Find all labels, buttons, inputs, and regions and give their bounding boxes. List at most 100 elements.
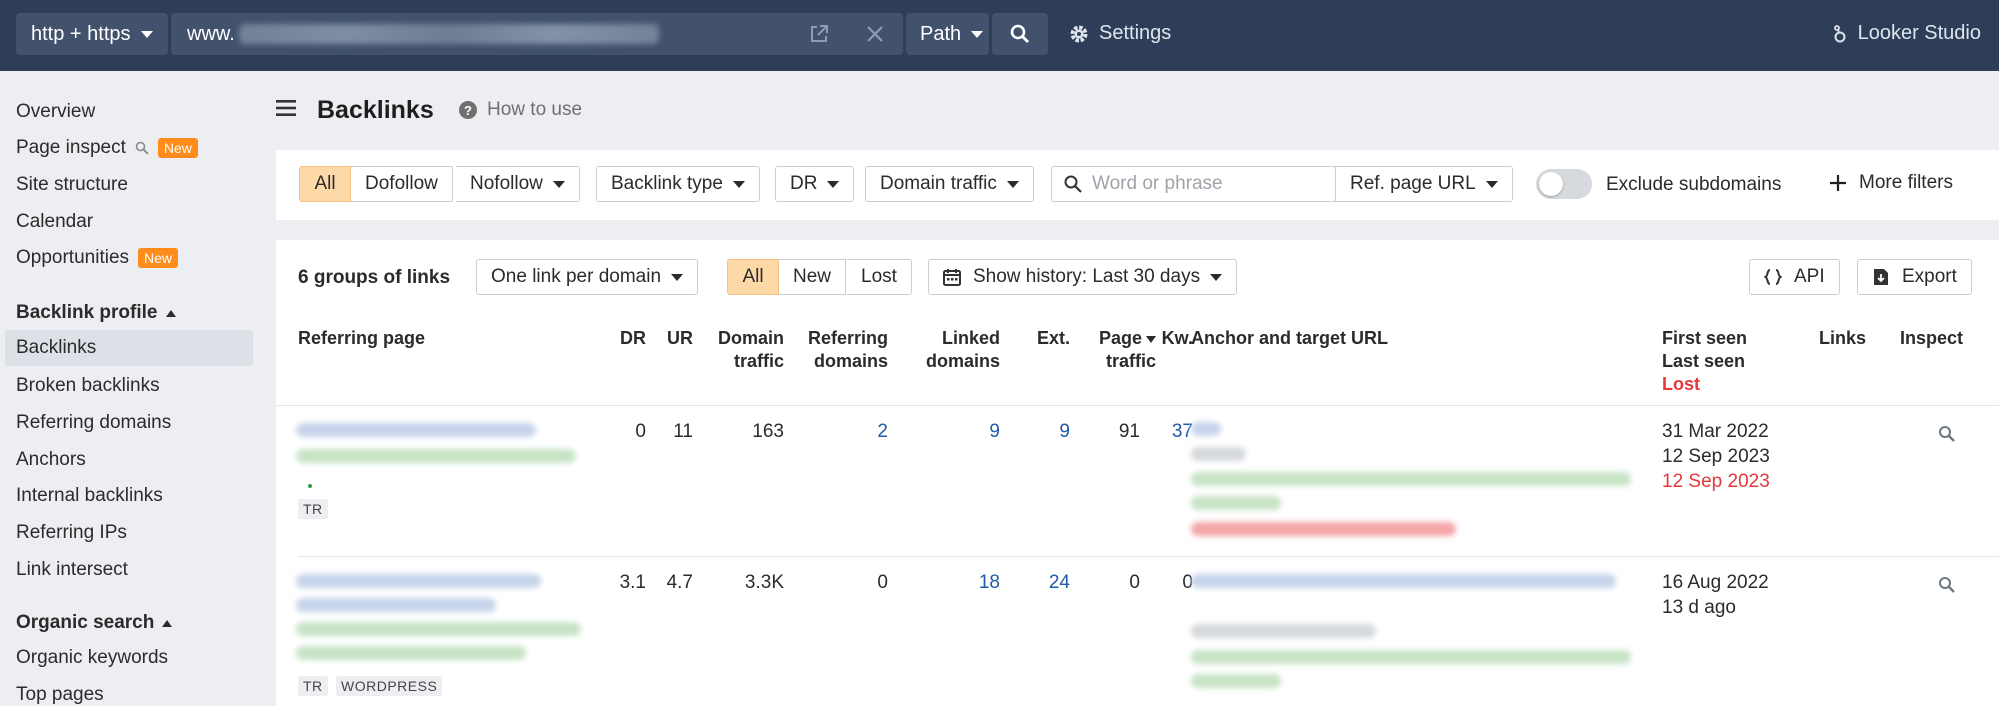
search-input[interactable] [1092, 173, 1312, 195]
lost-date: 12 Sep 2023 [1662, 471, 1770, 492]
looker-label: Looker Studio [1857, 22, 1981, 44]
referring-page-title-blurred[interactable] [296, 423, 536, 437]
sidebar-item-backlinks[interactable]: Backlinks [5, 330, 253, 366]
sidebar-item-label: Overview [16, 101, 96, 122]
anchor-text-blurred[interactable] [1191, 422, 1221, 436]
protocol-dropdown[interactable]: http + https [16, 13, 168, 55]
col-header-anchor[interactable]: Anchor and target URL [1191, 327, 1388, 350]
history-all-button[interactable]: All [727, 259, 779, 295]
sidebar-item-link-intersect[interactable]: Link intersect [16, 559, 128, 581]
clear-icon[interactable] [865, 24, 885, 44]
sidebar-item-anchors[interactable]: Anchors [16, 449, 86, 471]
export-label: Export [1902, 266, 1957, 287]
referring-page-title-blurred[interactable] [296, 574, 541, 588]
hamburger-menu-icon[interactable] [276, 99, 296, 117]
col-header-seen[interactable]: First seen Last seen Lost [1662, 327, 1747, 396]
col-header-page-traffic[interactable]: Page traffic [1066, 327, 1156, 373]
show-history-dropdown[interactable]: Show history: Last 30 days [928, 259, 1238, 295]
cell-referring-domains[interactable]: 2 [826, 421, 888, 443]
col-header-referring-page[interactable]: Referring page [298, 327, 425, 350]
sidebar-item-calendar[interactable]: Calendar [16, 211, 93, 233]
referring-page-url-blurred[interactable] [296, 449, 576, 463]
filter-all-button[interactable]: All [299, 166, 351, 202]
referring-page-title-blurred[interactable] [296, 598, 496, 612]
anchor-text-blurred[interactable] [1191, 574, 1616, 588]
cell-ext[interactable]: 9 [1016, 421, 1070, 443]
sidebar-item-organic-keywords[interactable]: Organic keywords [16, 647, 168, 669]
more-filters-button[interactable]: More filters [1829, 172, 1953, 194]
sidebar-item-opportunities[interactable]: Opportunities New [16, 247, 179, 269]
referring-page-url-blurred[interactable] [296, 646, 526, 660]
col-header-inspect: Inspect [1900, 327, 1963, 350]
search-field[interactable] [1051, 166, 1336, 202]
export-button[interactable]: Export [1857, 259, 1972, 295]
sidebar-item-broken-backlinks[interactable]: Broken backlinks [16, 375, 160, 397]
sidebar-item-label: Link intersect [16, 559, 128, 580]
filter-dofollow-button[interactable]: Dofollow [351, 166, 453, 202]
inspect-search-icon[interactable] [1938, 576, 1956, 594]
last-seen-date: 12 Sep 2023 [1662, 446, 1770, 467]
backlink-type-dropdown[interactable]: Backlink type [596, 166, 760, 202]
target-url-blurred[interactable] [1191, 472, 1631, 486]
referring-page-url-blurred[interactable] [296, 622, 581, 636]
cell-kw[interactable]: 37 [1146, 421, 1193, 443]
sidebar-item-top-pages[interactable]: Top pages [16, 684, 104, 706]
sidebar-section-backlink-profile[interactable]: Backlink profile [16, 302, 176, 324]
col-header-ur[interactable]: UR [656, 327, 693, 350]
inspect-search-icon[interactable] [1938, 425, 1956, 443]
sidebar-item-label: Organic keywords [16, 647, 169, 668]
col-header-linked-domains[interactable]: Linked domains [891, 327, 1000, 373]
col-header-referring-domains[interactable]: Referring domains [786, 327, 888, 373]
external-link-icon[interactable] [809, 24, 829, 44]
sidebar-item-referring-domains[interactable]: Referring domains [16, 412, 171, 434]
cell-dr: 3.1 [619, 572, 646, 593]
chevron-down-icon [1485, 180, 1498, 188]
history-new-button[interactable]: New [779, 259, 847, 295]
cell-linked-domains[interactable]: 9 [936, 421, 1000, 443]
chevron-down-icon [671, 273, 684, 281]
ref-page-url-dropdown[interactable]: Ref. page URL [1335, 166, 1513, 202]
url-blurred-text [238, 24, 659, 44]
target-url-blurred[interactable] [1191, 674, 1281, 688]
history-lost-button[interactable]: Lost [847, 259, 912, 295]
sidebar-item-overview[interactable]: Overview [16, 101, 95, 123]
cell-dr: 0 [635, 421, 646, 442]
sidebar-item-page-inspect[interactable]: Page inspect New [16, 137, 198, 159]
target-url-blurred[interactable] [1191, 496, 1281, 510]
filter-nofollow-dropdown[interactable]: Nofollow [456, 166, 580, 202]
sidebar-item-referring-ips[interactable]: Referring IPs [16, 522, 127, 544]
path-dropdown[interactable]: Path [906, 13, 989, 55]
col-header-domain-traffic[interactable]: Domain traffic [696, 327, 784, 373]
api-button[interactable]: API [1749, 259, 1840, 295]
header-label: UR [667, 328, 693, 348]
domain-traffic-dropdown[interactable]: Domain traffic [865, 166, 1034, 202]
dr-dropdown[interactable]: DR [775, 166, 855, 202]
protocol-label: http + https [31, 22, 131, 45]
sort-desc-icon [1146, 335, 1156, 343]
col-header-kw[interactable]: Kw. [1156, 327, 1193, 350]
export-icon [1872, 268, 1890, 286]
svg-text:?: ? [464, 103, 472, 118]
how-to-use-link[interactable]: ? How to use [458, 99, 582, 121]
looker-studio-button[interactable]: Looker Studio [1832, 22, 1981, 45]
chevron-down-icon [552, 180, 565, 188]
anchor-meta-blurred [1191, 447, 1246, 461]
search-button[interactable] [992, 13, 1048, 55]
url-input[interactable]: www. [171, 13, 903, 55]
filter-label: Backlink type [611, 173, 723, 194]
sidebar-section-organic-search[interactable]: Organic search [16, 612, 173, 634]
grouping-dropdown[interactable]: One link per domain [476, 259, 699, 295]
settings-button[interactable]: Settings [1069, 22, 1171, 45]
target-url-blurred[interactable] [1191, 650, 1631, 664]
plus-icon [1829, 174, 1847, 192]
col-header-dr[interactable]: DR [616, 327, 646, 350]
col-header-links[interactable]: Links [1819, 327, 1866, 350]
col-header-ext[interactable]: Ext. [1006, 327, 1070, 350]
sidebar-item-site-structure[interactable]: Site structure [16, 174, 128, 196]
exclude-subdomains-toggle[interactable] [1536, 169, 1592, 199]
sidebar-item-internal-backlinks[interactable]: Internal backlinks [16, 485, 163, 507]
chevron-down-icon [1006, 180, 1019, 188]
cell-ext[interactable]: 24 [1016, 572, 1070, 594]
sidebar-item-label: Top pages [16, 684, 104, 705]
cell-linked-domains[interactable]: 18 [936, 572, 1000, 594]
